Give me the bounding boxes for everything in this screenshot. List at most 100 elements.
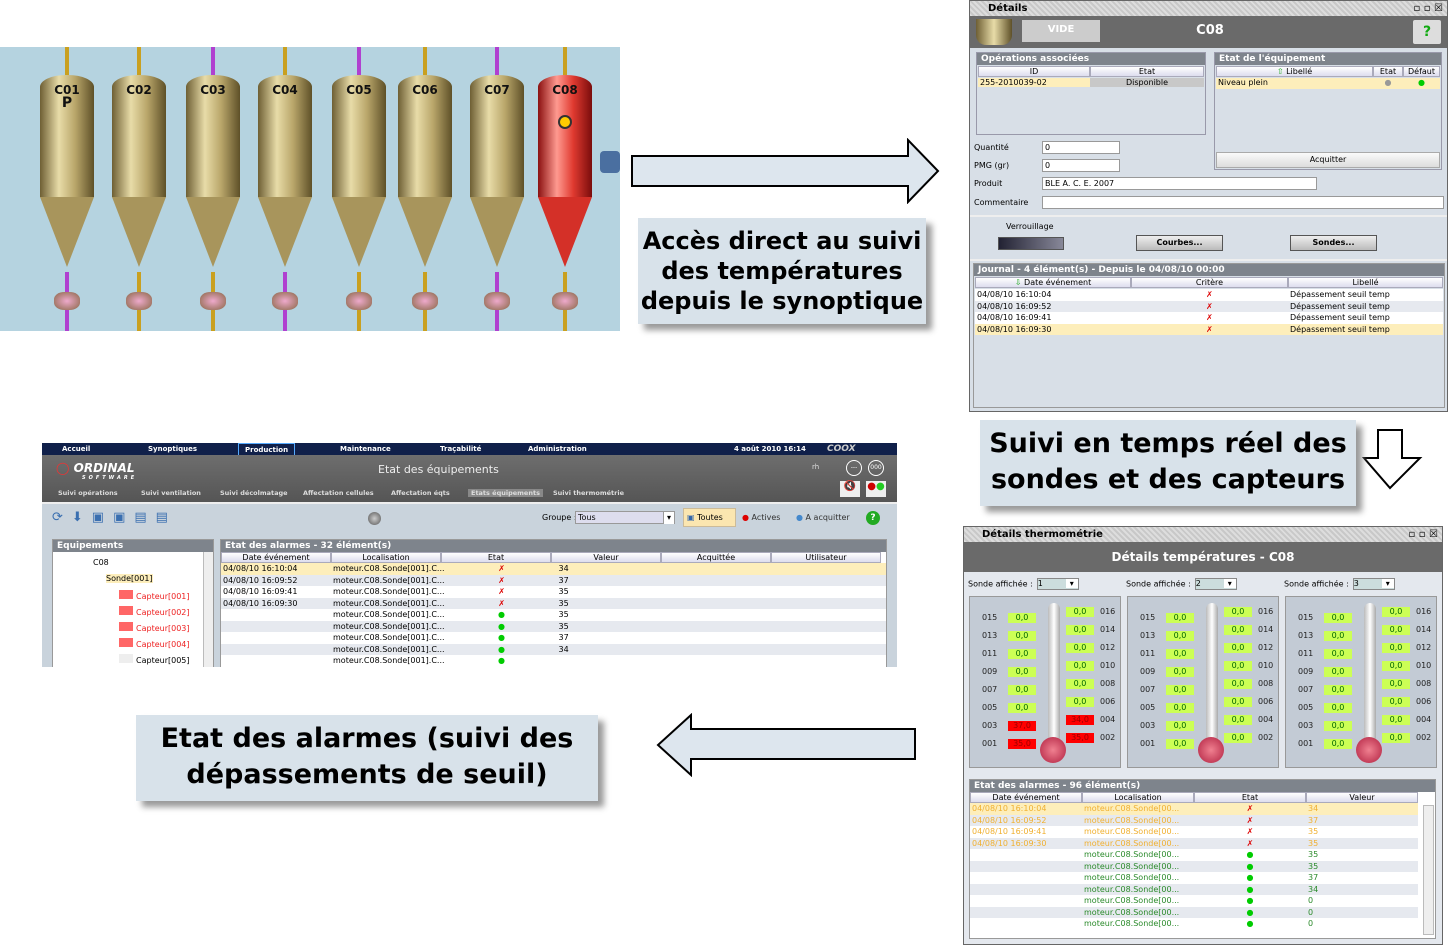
window-controls[interactable]: ▫ ▫ ☒ [1409,527,1438,542]
submenu-item[interactable]: Suivi opérations [58,489,118,497]
column-header[interactable]: Libellé [1288,277,1443,288]
silo-c08[interactable]: C08 [538,75,592,267]
submenu-item[interactable]: Suivi thermométrie [553,489,624,497]
silo-c03[interactable]: C03 [186,75,240,267]
alarm-row[interactable]: moteur.C08.Sonde[00... ● 34 [970,883,1418,895]
tree-item[interactable]: Capteur[002] [119,606,190,617]
silo-c05[interactable]: C05 [332,75,386,267]
field-input[interactable]: 0 [1042,159,1120,172]
group-select[interactable]: Tous ▾ [575,511,675,524]
help-button[interactable]: ? [866,511,880,525]
acknowledge-button[interactable]: Acquitter [1216,152,1440,168]
tree-item[interactable]: Capteur[001] [119,590,190,601]
details-link-icon[interactable] [600,151,620,173]
probes-button[interactable]: Sondes... [1290,235,1377,251]
column-header[interactable]: Utilisateur [771,552,881,563]
silo-c02[interactable]: C02 [112,75,166,267]
menu-item[interactable]: Administration [528,443,587,455]
alarm-row[interactable]: 04/08/10 16:09:52 moteur.C08.Sonde[00... ✗… [970,814,1418,826]
column-header[interactable]: ⇧ Libellé [1216,66,1373,77]
column-header[interactable]: Acquittée [661,552,771,563]
toolbar-icons[interactable]: ⟳⬇▣▣▤▤ [52,510,177,525]
alarm-row[interactable]: moteur.C08.Sonde[00... ● 37 [970,872,1418,884]
column-header[interactable]: Etat [1373,66,1403,77]
submenu-item[interactable]: Suivi décolmatage [220,489,288,497]
journal-row[interactable]: 04/08/10 16:09:30 ✗ Dépassement seuil temp [975,323,1443,335]
column-header[interactable]: Date événement [221,552,331,563]
silo-c07[interactable]: C07 [470,75,524,267]
filter-all-button[interactable]: ▣ Toutes [683,508,736,527]
state-button[interactable]: VIDE [1022,20,1100,42]
column-header[interactable]: Etat [1090,66,1204,77]
mute-icon[interactable]: 🔇 [840,481,860,497]
filter-active-button[interactable]: ● Actives [742,513,780,522]
probe-select[interactable]: 1 ▾ [1036,578,1079,590]
tree-item[interactable]: Capteur[005] [119,654,190,665]
table-row[interactable]: 255-2010039-02 Disponible [978,78,1204,87]
menu-item[interactable]: Maintenance [340,443,391,455]
alarm-row[interactable]: 04/08/10 16:09:41 moteur.C08.Sonde[00... ✗… [970,826,1418,838]
silo-c04[interactable]: C04 [258,75,312,267]
alarm-row[interactable]: 04/08/10 16:09:52 moteur.C08.Sonde[001].C… [221,574,886,586]
journal-row[interactable]: 04/08/10 16:10:04 ✗ Dépassement seuil temp [975,289,1443,301]
column-header[interactable]: Date événement [970,792,1082,803]
alarm-row[interactable]: moteur.C08.Sonde[00... ● 35 [970,860,1418,872]
lock-toggle[interactable] [998,237,1064,250]
filter-to-ack-button[interactable]: ● A acquitter [796,513,850,522]
alarm-row[interactable]: 04/08/10 16:09:30 moteur.C08.Sonde[001].C… [221,597,886,609]
column-header[interactable]: Etat [441,552,551,563]
table-row[interactable]: Niveau plein ● ● [1216,78,1440,89]
column-header[interactable]: Critère [1131,277,1288,288]
help-button[interactable]: ? [1413,20,1441,44]
tree-item[interactable]: Capteur[003] [119,622,190,633]
submenu-item[interactable]: Affectation cellules [303,489,374,497]
column-header[interactable]: Défaut [1403,66,1440,77]
alarm-row[interactable]: moteur.C08.Sonde[00... ● 35 [970,849,1418,861]
submenu-item[interactable]: Etats équipements [468,489,543,497]
field-input[interactable]: 0 [1042,141,1120,154]
curves-button[interactable]: Courbes... [1136,235,1223,251]
column-header[interactable]: Valeur [1306,792,1418,803]
alarm-row[interactable]: moteur.C08.Sonde[001].C... ● [221,655,886,667]
alarm-row[interactable]: moteur.C08.Sonde[001].C... ● 35 [221,620,886,632]
alarm-row[interactable]: moteur.C08.Sonde[00... ● 0 [970,906,1418,918]
column-header[interactable]: Valeur [551,552,661,563]
tree-scrollbar[interactable] [203,552,213,667]
alarms-scrollbar[interactable] [1423,805,1434,935]
field-input[interactable]: BLE A. C. E. 2007 [1042,177,1317,190]
alarm-row[interactable]: 04/08/10 16:09:30 moteur.C08.Sonde[00... ✗… [970,837,1418,849]
menu-item[interactable]: Traçabilité [440,443,481,455]
alarm-row[interactable]: moteur.C08.Sonde[001].C... ● 35 [221,609,886,621]
tree-item[interactable]: Capteur[004] [119,638,190,649]
silo-c01[interactable]: C01 P [40,75,94,267]
round-button[interactable]: --- [846,460,862,476]
tree-item[interactable]: C08 [93,558,109,567]
silo-c06[interactable]: C06 [398,75,452,267]
column-header[interactable]: ⇩ Date événement [975,277,1131,288]
submenu-item[interactable]: Affectation éqts [391,489,450,497]
submenu-item[interactable]: Suivi ventilation [141,489,201,497]
alarm-row[interactable]: moteur.C08.Sonde[001].C... ● 37 [221,632,886,644]
probe-select[interactable]: 3 ▾ [1352,578,1395,590]
column-header[interactable]: Localisation [1082,792,1194,803]
alarm-row[interactable]: moteur.C08.Sonde[00... ● 0 [970,918,1418,930]
menu-item[interactable]: Accueil [62,443,90,455]
journal-row[interactable]: 04/08/10 16:09:41 ✗ Dépassement seuil temp [975,312,1443,324]
alarm-row[interactable]: moteur.C08.Sonde[001].C... ● 34 [221,643,886,655]
menu-item[interactable]: Synoptiques [148,443,197,455]
alarm-row[interactable]: moteur.C08.Sonde[00... ● 0 [970,895,1418,907]
alarm-row[interactable]: 04/08/10 16:10:04 moteur.C08.Sonde[001].C… [221,563,886,575]
round-button[interactable]: 000 [868,460,884,476]
column-header[interactable]: Localisation [331,552,441,563]
alarm-row[interactable]: 04/08/10 16:09:41 moteur.C08.Sonde[001].C… [221,586,886,598]
journal-row[interactable]: 04/08/10 16:09:52 ✗ Dépassement seuil temp [975,300,1443,312]
alarm-lights-icon[interactable]: ●● [866,481,886,497]
probe-label: Sonde affichée : [1284,579,1349,589]
column-header[interactable]: ID [978,66,1090,77]
alarm-row[interactable]: 04/08/10 16:10:04 moteur.C08.Sonde[00... ✗… [970,803,1418,815]
tree-item[interactable]: Sonde[001] [106,574,153,583]
column-header[interactable]: Etat [1194,792,1306,803]
window-controls[interactable]: ▫ ▫ ☒ [1414,1,1443,16]
probe-select[interactable]: 2 ▾ [1194,578,1237,590]
field-input[interactable] [1042,196,1444,209]
